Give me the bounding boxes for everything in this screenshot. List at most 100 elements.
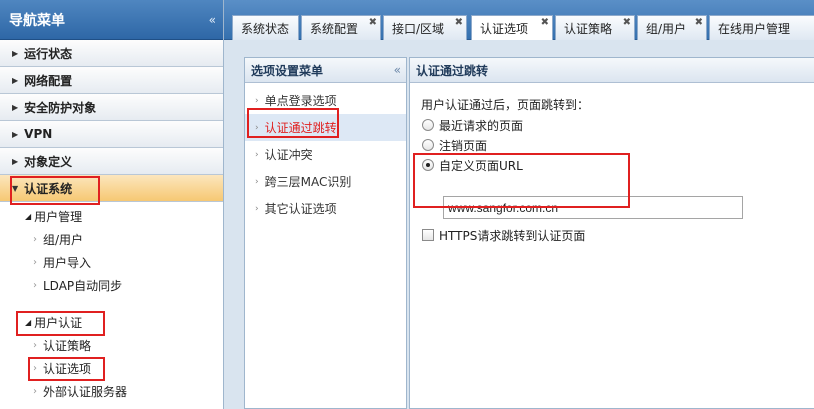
triangle-down-icon: ◢ xyxy=(25,212,32,221)
https-redirect-checkbox[interactable] xyxy=(422,229,434,241)
option-custom-url[interactable]: 自定义页面URL xyxy=(422,156,523,174)
nav-item-user-import[interactable]: › 用户导入 xyxy=(0,251,223,274)
nav-item-external-auth-server[interactable]: › 外部认证服务器 xyxy=(0,380,223,403)
nav-item-label: 用户导入 xyxy=(43,256,92,270)
chevron-right-icon: › xyxy=(255,95,259,106)
tab-label: 系统配置 xyxy=(310,21,359,36)
tab-label: 认证策略 xyxy=(564,21,613,36)
submenu-item-label: 单点登录选项 xyxy=(264,94,337,108)
collapse-submenu-icon[interactable]: « xyxy=(394,63,401,77)
triangle-down-icon: ◢ xyxy=(25,318,32,327)
close-icon[interactable]: ✖ xyxy=(541,17,549,28)
nav-section-network[interactable]: ▶ 网络配置 xyxy=(0,67,223,94)
nav-section-status[interactable]: ▶ 运行状态 xyxy=(0,40,223,67)
option-logout-page[interactable]: 注销页面 xyxy=(422,136,487,154)
close-icon[interactable]: ✖ xyxy=(695,17,703,28)
nav-item-label: 外部认证服务器 xyxy=(43,385,128,399)
nav-item-label: 组/用户 xyxy=(43,233,84,247)
nav-group-label: 用户管理 xyxy=(34,210,83,224)
option-label: 自定义页面URL xyxy=(439,158,523,173)
radio-button[interactable] xyxy=(422,119,434,131)
nav-section-auth-system[interactable]: ▼ 认证系统 xyxy=(0,175,223,202)
redirect-settings-panel: 认证通过跳转 用户认证通过后，页面跳转到： 最近请求的页面 注销页面 自定义页面… xyxy=(409,57,814,409)
chevron-right-icon: ▶ xyxy=(12,129,19,139)
nav-item-label: 认证策略 xyxy=(43,339,92,353)
nav-section-label: 对象定义 xyxy=(24,154,73,169)
chevron-right-icon: › xyxy=(33,280,37,291)
options-menu-title: 选项设置菜单 xyxy=(251,63,324,78)
nav-item-label: 认证选项 xyxy=(43,362,92,376)
chevron-down-icon: ▼ xyxy=(12,183,19,193)
panel-title: 认证通过跳转 xyxy=(416,63,489,78)
tab-system-config[interactable]: 系统配置 ✖ xyxy=(301,15,381,40)
nav-section-label: 认证系统 xyxy=(24,181,73,196)
chevron-right-icon: ▶ xyxy=(12,75,19,85)
tab-groups-users[interactable]: 组/用户 ✖ xyxy=(637,15,707,40)
submenu-item-label: 其它认证选项 xyxy=(264,202,337,216)
option-label: 最近请求的页面 xyxy=(439,118,524,133)
submenu-item-auth-redirect[interactable]: › 认证通过跳转 xyxy=(245,114,406,141)
custom-url-input[interactable] xyxy=(443,196,743,219)
tab-auth-options[interactable]: 认证选项 ✖ xyxy=(471,15,553,41)
submenu-item-sso[interactable]: › 单点登录选项 xyxy=(245,87,406,114)
chevron-right-icon: › xyxy=(33,363,37,374)
collapse-nav-icon[interactable]: « xyxy=(209,13,216,27)
nav-section-label: 网络配置 xyxy=(24,73,73,88)
tab-auth-policy[interactable]: 认证策略 ✖ xyxy=(555,15,635,40)
nav-header: 导航菜单 « xyxy=(0,0,223,40)
option-label: 注销页面 xyxy=(439,138,488,153)
close-icon[interactable]: ✖ xyxy=(369,17,377,28)
nav-section-label: 运行状态 xyxy=(24,46,73,61)
nav-title: 导航菜单 xyxy=(9,12,65,29)
chevron-right-icon: ▶ xyxy=(12,48,19,58)
chevron-right-icon: ▶ xyxy=(12,156,19,166)
tab-system-status[interactable]: 系统状态 xyxy=(232,15,299,40)
chevron-right-icon: › xyxy=(33,234,37,245)
nav-section-objects[interactable]: ▶ 对象定义 xyxy=(0,148,223,175)
nav-item-auth-options[interactable]: › 认证选项 xyxy=(0,357,223,380)
nav-group-user-auth[interactable]: ◢ 用户认证 xyxy=(0,311,223,334)
radio-button[interactable] xyxy=(422,139,434,151)
options-menu-panel: 选项设置菜单 « › 单点登录选项 › 认证通过跳转 › 认证冲突 › 跨三层M… xyxy=(244,57,407,409)
redirect-prompt: 用户认证通过后，页面跳转到： xyxy=(421,98,590,112)
close-icon[interactable]: ✖ xyxy=(455,17,463,28)
nav-item-auth-policy[interactable]: › 认证策略 xyxy=(0,334,223,357)
nav-section-label: VPN xyxy=(24,127,53,141)
chevron-right-icon: › xyxy=(255,176,259,187)
submenu-item-label: 认证通过跳转 xyxy=(264,121,337,135)
chevron-right-icon: ▶ xyxy=(12,102,19,112)
tab-label: 系统状态 xyxy=(241,21,290,36)
submenu-item-other-options[interactable]: › 其它认证选项 xyxy=(245,195,406,222)
checkbox-label: HTTPS请求跳转到认证页面 xyxy=(439,228,586,243)
chevron-right-icon: › xyxy=(33,386,37,397)
tab-label: 认证选项 xyxy=(480,22,529,36)
submenu-item-label: 认证冲突 xyxy=(264,148,313,162)
nav-section-vpn[interactable]: ▶ VPN xyxy=(0,121,223,148)
chevron-right-icon: › xyxy=(33,340,37,351)
nav-group-user-management[interactable]: ◢ 用户管理 xyxy=(0,205,223,228)
tab-online-users[interactable]: 在线用户管理 xyxy=(709,15,814,40)
chevron-right-icon: › xyxy=(33,257,37,268)
nav-group-label: 用户认证 xyxy=(34,316,83,330)
submenu-item-label: 跨三层MAC识别 xyxy=(264,175,352,189)
content-area: 选项设置菜单 « › 单点登录选项 › 认证通过跳转 › 认证冲突 › 跨三层M… xyxy=(224,40,814,409)
submenu-item-auth-conflict[interactable]: › 认证冲突 xyxy=(245,141,406,168)
tab-label: 接口/区域 xyxy=(392,21,445,36)
tab-interface-zone[interactable]: 接口/区域 ✖ xyxy=(383,15,467,40)
panel-header: 认证通过跳转 xyxy=(410,58,814,83)
tab-label: 组/用户 xyxy=(646,21,687,36)
nav-item-groups-users[interactable]: › 组/用户 xyxy=(0,228,223,251)
nav-item-ldap-sync[interactable]: › LDAP自动同步 xyxy=(0,274,223,297)
option-recent-page[interactable]: 最近请求的页面 xyxy=(422,116,523,134)
nav-menu: 导航菜单 « ▶ 运行状态 ▶ 网络配置 ▶ 安全防护对象 ▶ VPN ▶ 对象… xyxy=(0,0,224,409)
tab-label: 在线用户管理 xyxy=(718,21,791,36)
options-menu-header: 选项设置菜单 « xyxy=(245,58,406,83)
nav-section-label: 安全防护对象 xyxy=(24,100,97,115)
close-icon[interactable]: ✖ xyxy=(623,17,631,28)
nav-section-security[interactable]: ▶ 安全防护对象 xyxy=(0,94,223,121)
tab-bar: 系统状态 系统配置 ✖ 接口/区域 ✖ 认证选项 ✖ 认证策略 ✖ 组/用户 ✖… xyxy=(224,0,814,41)
radio-button-selected[interactable] xyxy=(422,159,434,171)
option-https-redirect[interactable]: HTTPS请求跳转到认证页面 xyxy=(422,226,585,244)
chevron-right-icon: › xyxy=(255,122,259,133)
submenu-item-l3-mac[interactable]: › 跨三层MAC识别 xyxy=(245,168,406,195)
